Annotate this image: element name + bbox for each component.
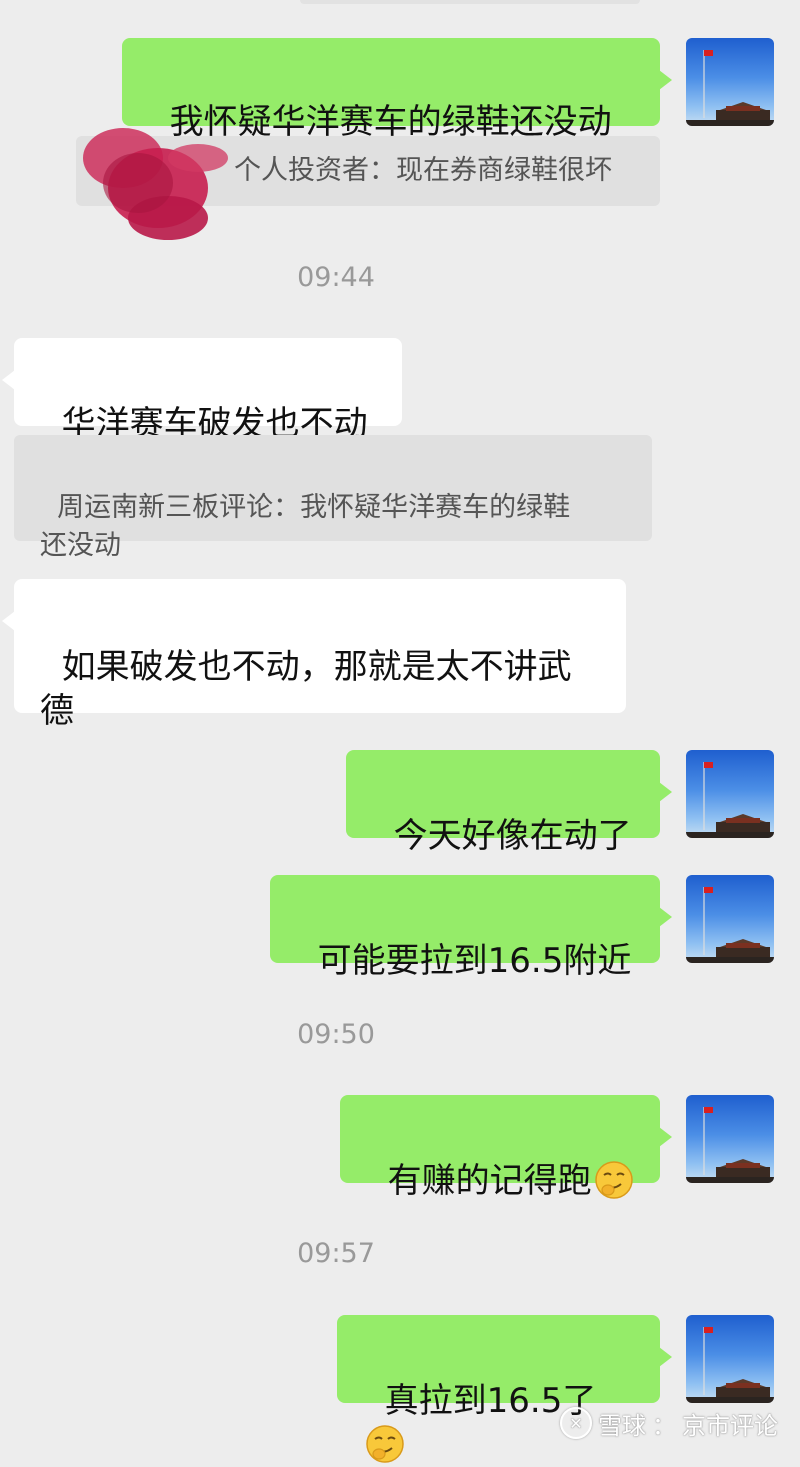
avatar-flag-tiananmen-icon — [686, 1327, 774, 1403]
message-bubble-incoming[interactable]: 华洋赛车破发也不动 — [2, 338, 402, 444]
user-avatar[interactable] — [686, 875, 774, 963]
user-avatar[interactable] — [686, 1095, 774, 1183]
timestamp: 09:44 — [297, 262, 375, 293]
user-avatar[interactable] — [686, 750, 774, 838]
watermark-brand: 雪球 — [598, 1411, 646, 1440]
avatar-flag-tiananmen-icon — [686, 50, 774, 126]
redaction-scribble-icon — [83, 128, 228, 240]
watermark: ✕ 雪球：京市评论 — [560, 1405, 778, 1441]
message-bubble-outgoing[interactable]: 可能要拉到16.5附近 — [270, 875, 672, 981]
timestamp: 09:57 — [297, 1238, 375, 1269]
previous-message-edge — [300, 0, 640, 4]
smirk-emoji-icon — [594, 1161, 633, 1199]
message-bubble-outgoing[interactable]: 有赚的记得跑 — [340, 1095, 672, 1201]
watermark-author: 京市评论 — [682, 1411, 778, 1440]
user-avatar[interactable] — [686, 1315, 774, 1403]
message-bubble-outgoing[interactable]: 真拉到16.5了 — [337, 1315, 672, 1463]
avatar-flag-tiananmen-icon — [686, 1107, 774, 1183]
message-bubble-outgoing[interactable]: 我怀疑华洋赛车的绿鞋还没动 — [122, 38, 672, 142]
quoted-message[interactable]: 周运南新三板评论：我怀疑华洋赛车的绿鞋 还没动 — [14, 435, 652, 561]
smirk-emoji-icon — [366, 1425, 404, 1463]
message-bubble-incoming[interactable]: 如果破发也不动，那就是太不讲武 德 — [2, 579, 626, 731]
quoted-text: 个人投资者：现在券商绿鞋很坏 — [234, 155, 612, 186]
message-bubble-outgoing[interactable]: 今天好像在动了 — [346, 750, 672, 856]
watermark-separator: ： — [652, 1411, 676, 1440]
quoted-text: 周运南新三板评论：我怀疑华洋赛车的绿鞋 还没动 — [40, 492, 571, 561]
avatar-flag-tiananmen-icon — [686, 762, 774, 838]
message-text: 如果破发也不动，那就是太不讲武 德 — [40, 647, 572, 731]
message-text: 有赚的记得跑 — [387, 1161, 592, 1201]
user-avatar[interactable] — [686, 38, 774, 126]
message-text: 可能要拉到16.5附近 — [317, 941, 632, 981]
xueqiu-logo-icon: ✕ — [560, 1407, 592, 1439]
timestamp: 09:50 — [297, 1019, 375, 1050]
message-text: 今天好像在动了 — [393, 816, 632, 856]
avatar-flag-tiananmen-icon — [686, 887, 774, 963]
